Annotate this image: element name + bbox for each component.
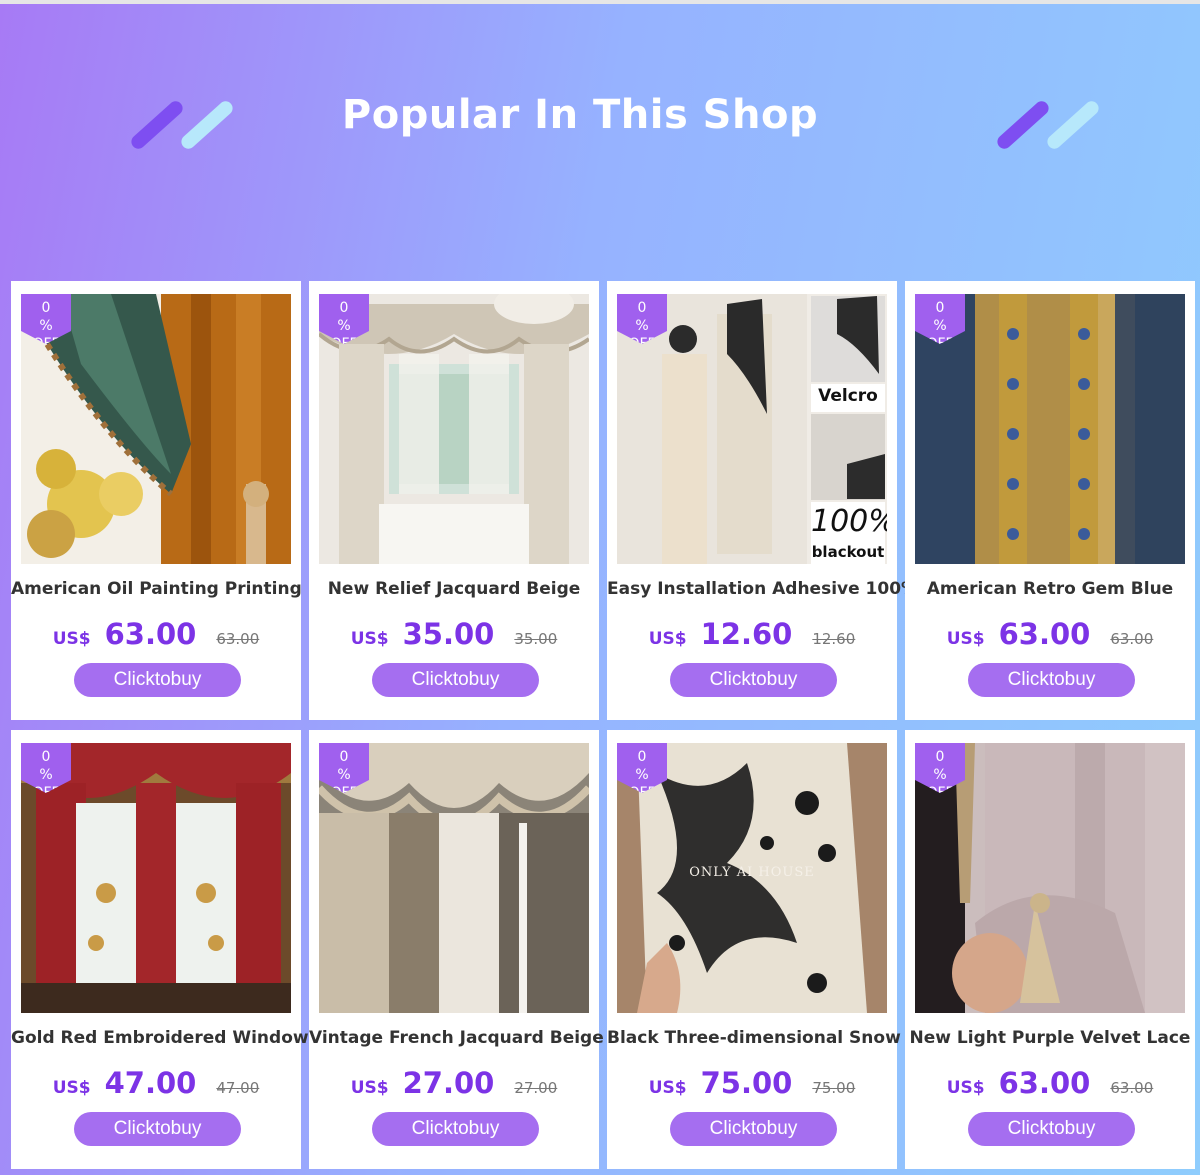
product-card[interactable]: Velcro 100% blackout 0 % OFF Easy Instal… (607, 281, 918, 720)
buy-button[interactable]: Clicktobuy (74, 1112, 241, 1146)
product-card[interactable]: 0 % OFF New Light Purple Velvet Lace US$… (905, 730, 1195, 1169)
product-title[interactable]: American Oil Painting Printing (11, 579, 302, 599)
sale-price: 35.00 (402, 617, 495, 651)
price-row: US$ 63.00 63.00 (905, 617, 1195, 657)
original-price: 27.00 (514, 1079, 558, 1097)
original-price: 47.00 (216, 1079, 260, 1097)
original-price: 63.00 (1110, 1079, 1154, 1097)
original-price: 35.00 (514, 630, 558, 648)
price-row: US$ 35.00 35.00 (309, 617, 599, 657)
product-title[interactable]: Easy Installation Adhesive 100% (607, 579, 918, 599)
sale-price: 63.00 (104, 617, 197, 651)
price-row: US$ 27.00 27.00 (309, 1066, 599, 1106)
buy-button[interactable]: Clicktobuy (968, 663, 1135, 697)
product-title[interactable]: New Relief Jacquard Beige (309, 579, 599, 599)
product-title[interactable]: Gold Red Embroidered Window (11, 1028, 309, 1048)
image-caption: 100% (811, 504, 887, 539)
sale-price: 63.00 (998, 617, 1091, 651)
price-row: US$ 63.00 63.00 (11, 617, 301, 657)
product-card[interactable]: 0 % OFF Vintage French Jacquard Beige US… (309, 730, 604, 1169)
price-row: US$ 12.60 12.60 (607, 617, 897, 657)
buy-button[interactable]: Clicktobuy (372, 1112, 539, 1146)
image-caption: Velcro (818, 386, 878, 406)
buy-button[interactable]: Clicktobuy (670, 663, 837, 697)
original-price: 63.00 (1110, 630, 1154, 648)
product-title[interactable]: New Light Purple Velvet Lace (905, 1028, 1195, 1048)
original-price: 12.60 (812, 630, 856, 648)
sale-price: 75.00 (700, 1066, 793, 1100)
product-card[interactable]: 0 % OFF Gold Red Embroidered Window US$ … (11, 730, 309, 1169)
product-card[interactable]: 0 % OFF American Retro Gem Blue US$ 63.0… (905, 281, 1195, 720)
product-title[interactable]: American Retro Gem Blue (905, 579, 1195, 599)
buy-button[interactable]: Clicktobuy (74, 663, 241, 697)
buy-button[interactable]: Clicktobuy (670, 1112, 837, 1146)
image-caption: blackout (811, 543, 885, 561)
product-title[interactable]: Black Three-dimensional Snow (607, 1028, 901, 1048)
currency: US$ (350, 629, 389, 649)
banner-title: Popular In This Shop (341, 92, 819, 138)
currency: US$ (52, 629, 91, 649)
image-caption: ONLY AI HOUSE (689, 865, 815, 880)
product-card[interactable]: 0 % OFF American Oil Painting Printing U… (11, 281, 302, 720)
currency: US$ (350, 1078, 389, 1098)
banner: Popular In This Shop (0, 0, 1200, 276)
currency: US$ (946, 1078, 985, 1098)
price-row: US$ 47.00 47.00 (11, 1066, 301, 1106)
price-row: US$ 63.00 63.00 (905, 1066, 1195, 1106)
currency: US$ (648, 629, 687, 649)
shop-section: Popular In This Shop 0 % American Oil Pa… (0, 0, 1200, 1175)
original-price: 63.00 (216, 630, 260, 648)
product-card[interactable]: ONLY AI HOUSE 0 % OFF Black Three-dimens… (607, 730, 901, 1169)
sale-price: 27.00 (402, 1066, 495, 1100)
buy-button[interactable]: Clicktobuy (372, 663, 539, 697)
sale-price: 12.60 (700, 617, 793, 651)
currency: US$ (946, 629, 985, 649)
buy-button[interactable]: Clicktobuy (968, 1112, 1135, 1146)
original-price: 75.00 (812, 1079, 856, 1097)
currency: US$ (52, 1078, 91, 1098)
price-row: US$ 75.00 75.00 (607, 1066, 897, 1106)
product-card[interactable]: 0 % OFF New Relief Jacquard Beige US$ 35… (309, 281, 599, 720)
sale-price: 47.00 (104, 1066, 197, 1100)
product-title[interactable]: Vintage French Jacquard Beige (309, 1028, 604, 1048)
sale-price: 63.00 (998, 1066, 1091, 1100)
currency: US$ (648, 1078, 687, 1098)
